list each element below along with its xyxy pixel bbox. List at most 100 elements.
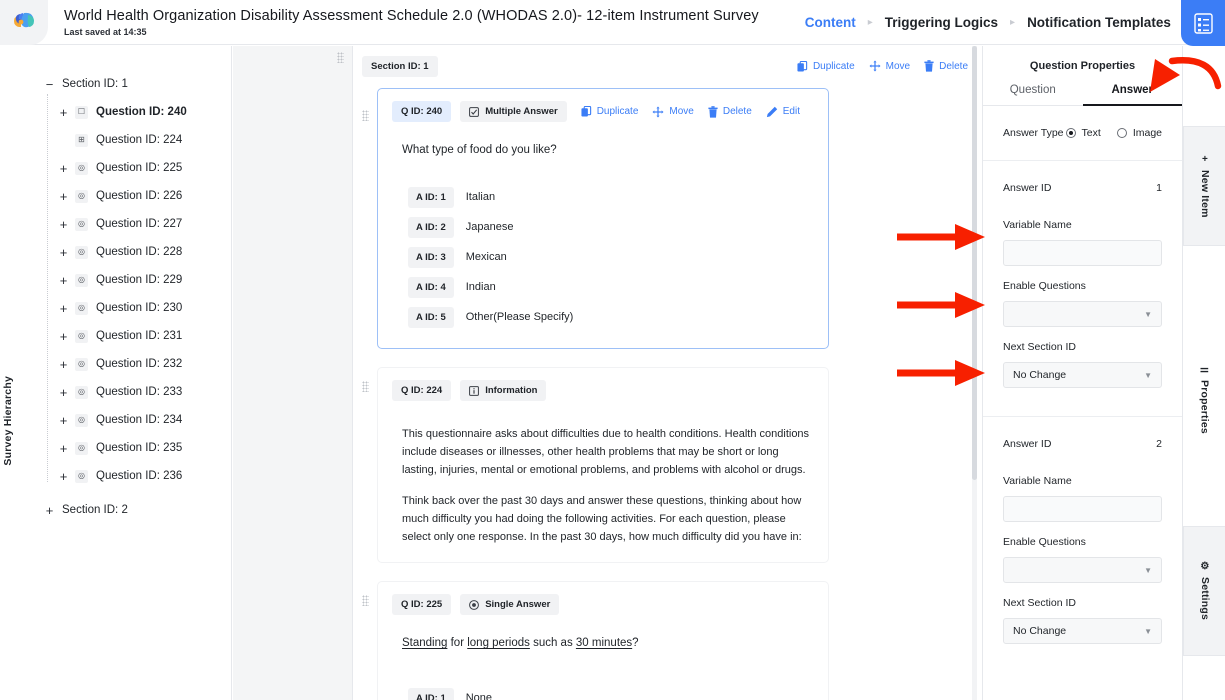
tree-item-label: Question ID: 236 (96, 470, 182, 482)
tree-item-question-226[interactable]: + ◎ Question ID: 226 (40, 182, 231, 210)
expand-toggle-icon[interactable]: + (58, 246, 69, 259)
information-body: This questionnaire asks about difficulti… (402, 425, 810, 546)
radio-icon: ◎ (75, 162, 88, 175)
form-list-button[interactable] (1181, 0, 1225, 46)
next-section-select[interactable]: No Change ▼ (1003, 362, 1162, 388)
next-section-select[interactable]: No Change ▼ (1003, 618, 1162, 644)
rail-tab-label: ⚌Properties (1199, 364, 1211, 434)
brain-logo-icon (11, 11, 37, 33)
answer-row[interactable]: A ID: 5 Other(Please Specify) (408, 302, 814, 332)
answer-id-row: Answer ID 1 (983, 171, 1182, 205)
tree-item-question-232[interactable]: + ◎ Question ID: 232 (40, 350, 231, 378)
question-card-224[interactable]: Q ID: 224 Information This questionnaire… (377, 367, 829, 563)
rail-tab-new-item[interactable]: +New Item (1183, 126, 1225, 246)
pencil-icon (766, 106, 778, 118)
tree-item-question-236[interactable]: + ◎ Question ID: 236 (40, 462, 231, 490)
answer-row[interactable]: A ID: 1 None (408, 683, 814, 700)
question-text-part: long periods (467, 637, 530, 649)
section-move-button[interactable]: Move (869, 60, 910, 72)
rail-tab-label: ⚙Settings (1199, 561, 1211, 620)
answer-row[interactable]: A ID: 4 Indian (408, 272, 814, 302)
action-label: Duplicate (597, 106, 639, 117)
radio-icon: ◎ (75, 274, 88, 287)
section-delete-button[interactable]: Delete (924, 60, 968, 72)
radio-icon: ◎ (75, 218, 88, 231)
expand-toggle-icon[interactable]: + (58, 330, 69, 343)
variable-name-input[interactable] (1003, 496, 1162, 522)
tree-item-label: Question ID: 235 (96, 442, 182, 454)
tree-item-question-228[interactable]: + ◎ Question ID: 228 (40, 238, 231, 266)
content-area: Section ID: 1 Duplicate Move (354, 46, 982, 700)
expand-toggle-icon[interactable]: + (58, 106, 69, 119)
app-logo[interactable] (0, 0, 48, 45)
question-move-button[interactable]: Move (652, 106, 693, 118)
tree-item-question-233[interactable]: + ◎ Question ID: 233 (40, 378, 231, 406)
radio-label: Text (1082, 127, 1101, 139)
answer-row[interactable]: A ID: 2 Japanese (408, 212, 814, 242)
spacer (983, 388, 1182, 406)
expand-toggle-icon[interactable]: + (58, 386, 69, 399)
question-duplicate-button[interactable]: Duplicate (581, 106, 639, 117)
drag-handle-icon[interactable] (362, 595, 369, 606)
radio-icon: ◎ (75, 246, 88, 259)
tree-item-question-231[interactable]: + ◎ Question ID: 231 (40, 322, 231, 350)
top-bar: World Health Organization Disability Ass… (0, 0, 1225, 45)
answer-type-image-radio[interactable]: Image (1117, 127, 1162, 139)
question-card-240[interactable]: Q ID: 240 Multiple Answer (377, 88, 829, 349)
collapse-toggle-icon[interactable]: − (44, 78, 55, 91)
tree-item-section-2[interactable]: + Section ID: 2 (40, 496, 231, 524)
radio-label: Image (1133, 127, 1162, 139)
nav-separator: ▸ (1010, 17, 1015, 28)
expand-toggle-icon[interactable]: + (58, 274, 69, 287)
enable-questions-select[interactable]: ▼ (1003, 301, 1162, 327)
content-scrollbar-thumb[interactable] (972, 46, 977, 480)
drag-handle-icon[interactable] (362, 381, 369, 392)
drag-handle-icon[interactable] (362, 110, 369, 121)
tree-item-question-240[interactable]: + ☐ Question ID: 240 (40, 98, 231, 126)
radio-icon: ◎ (75, 386, 88, 399)
tree-item-question-229[interactable]: + ◎ Question ID: 229 (40, 266, 231, 294)
tab-answer[interactable]: Answer (1083, 84, 1183, 106)
properties-tabs: Question Answer (983, 84, 1182, 106)
action-label: Delete (723, 106, 752, 117)
tree-item-question-235[interactable]: + ◎ Question ID: 235 (40, 434, 231, 462)
question-card-225[interactable]: Q ID: 225 Single Answer Standing for lon… (377, 581, 829, 700)
drag-handle-icon[interactable] (337, 52, 344, 63)
expand-toggle-icon[interactable]: + (58, 414, 69, 427)
nav-item-notification-templates[interactable]: Notification Templates (1027, 15, 1171, 30)
expand-toggle-icon[interactable]: + (58, 358, 69, 371)
expand-toggle-icon[interactable]: + (58, 470, 69, 483)
variable-name-input[interactable] (1003, 240, 1162, 266)
tree-item-question-227[interactable]: + ◎ Question ID: 227 (40, 210, 231, 238)
tree-item-label: Question ID: 233 (96, 386, 182, 398)
enable-questions-label: Enable Questions (983, 280, 1182, 292)
nav-item-content[interactable]: Content (805, 15, 856, 30)
expand-toggle-icon[interactable]: + (58, 218, 69, 231)
question-edit-button[interactable]: Edit (766, 106, 800, 118)
panel-title: Question Properties (983, 46, 1182, 72)
tree-item-question-230[interactable]: + ◎ Question ID: 230 (40, 294, 231, 322)
chevron-down-icon: ▼ (1144, 566, 1152, 575)
tree-item-question-224[interactable]: ⊞ Question ID: 224 (40, 126, 231, 154)
expand-toggle-icon[interactable]: + (58, 162, 69, 175)
answer-row[interactable]: A ID: 1 Italian (408, 182, 814, 212)
enable-questions-select[interactable]: ▼ (1003, 557, 1162, 583)
duplicate-icon (797, 61, 808, 72)
answer-row[interactable]: A ID: 3 Mexican (408, 242, 814, 272)
expand-toggle-icon[interactable]: + (44, 504, 55, 517)
tree-item-question-234[interactable]: + ◎ Question ID: 234 (40, 406, 231, 434)
answer-id-badge: A ID: 4 (408, 277, 454, 298)
rail-tab-settings[interactable]: ⚙Settings (1183, 526, 1225, 656)
nav-item-triggering-logics[interactable]: Triggering Logics (885, 15, 998, 30)
question-delete-button[interactable]: Delete (708, 106, 752, 118)
answer-type-text-radio[interactable]: Text (1066, 127, 1101, 139)
answer-list: A ID: 1 Italian A ID: 2 Japanese A ID: 3… (408, 182, 814, 332)
tab-question[interactable]: Question (983, 84, 1083, 106)
tree-item-section-1[interactable]: − Section ID: 1 (40, 70, 231, 98)
section-duplicate-button[interactable]: Duplicate (797, 61, 855, 72)
expand-toggle-icon[interactable]: + (58, 302, 69, 315)
expand-toggle-icon[interactable]: + (58, 190, 69, 203)
tree-item-question-225[interactable]: + ◎ Question ID: 225 (40, 154, 231, 182)
rail-tab-properties[interactable]: ⚌Properties (1183, 336, 1225, 461)
expand-toggle-icon[interactable]: + (58, 442, 69, 455)
